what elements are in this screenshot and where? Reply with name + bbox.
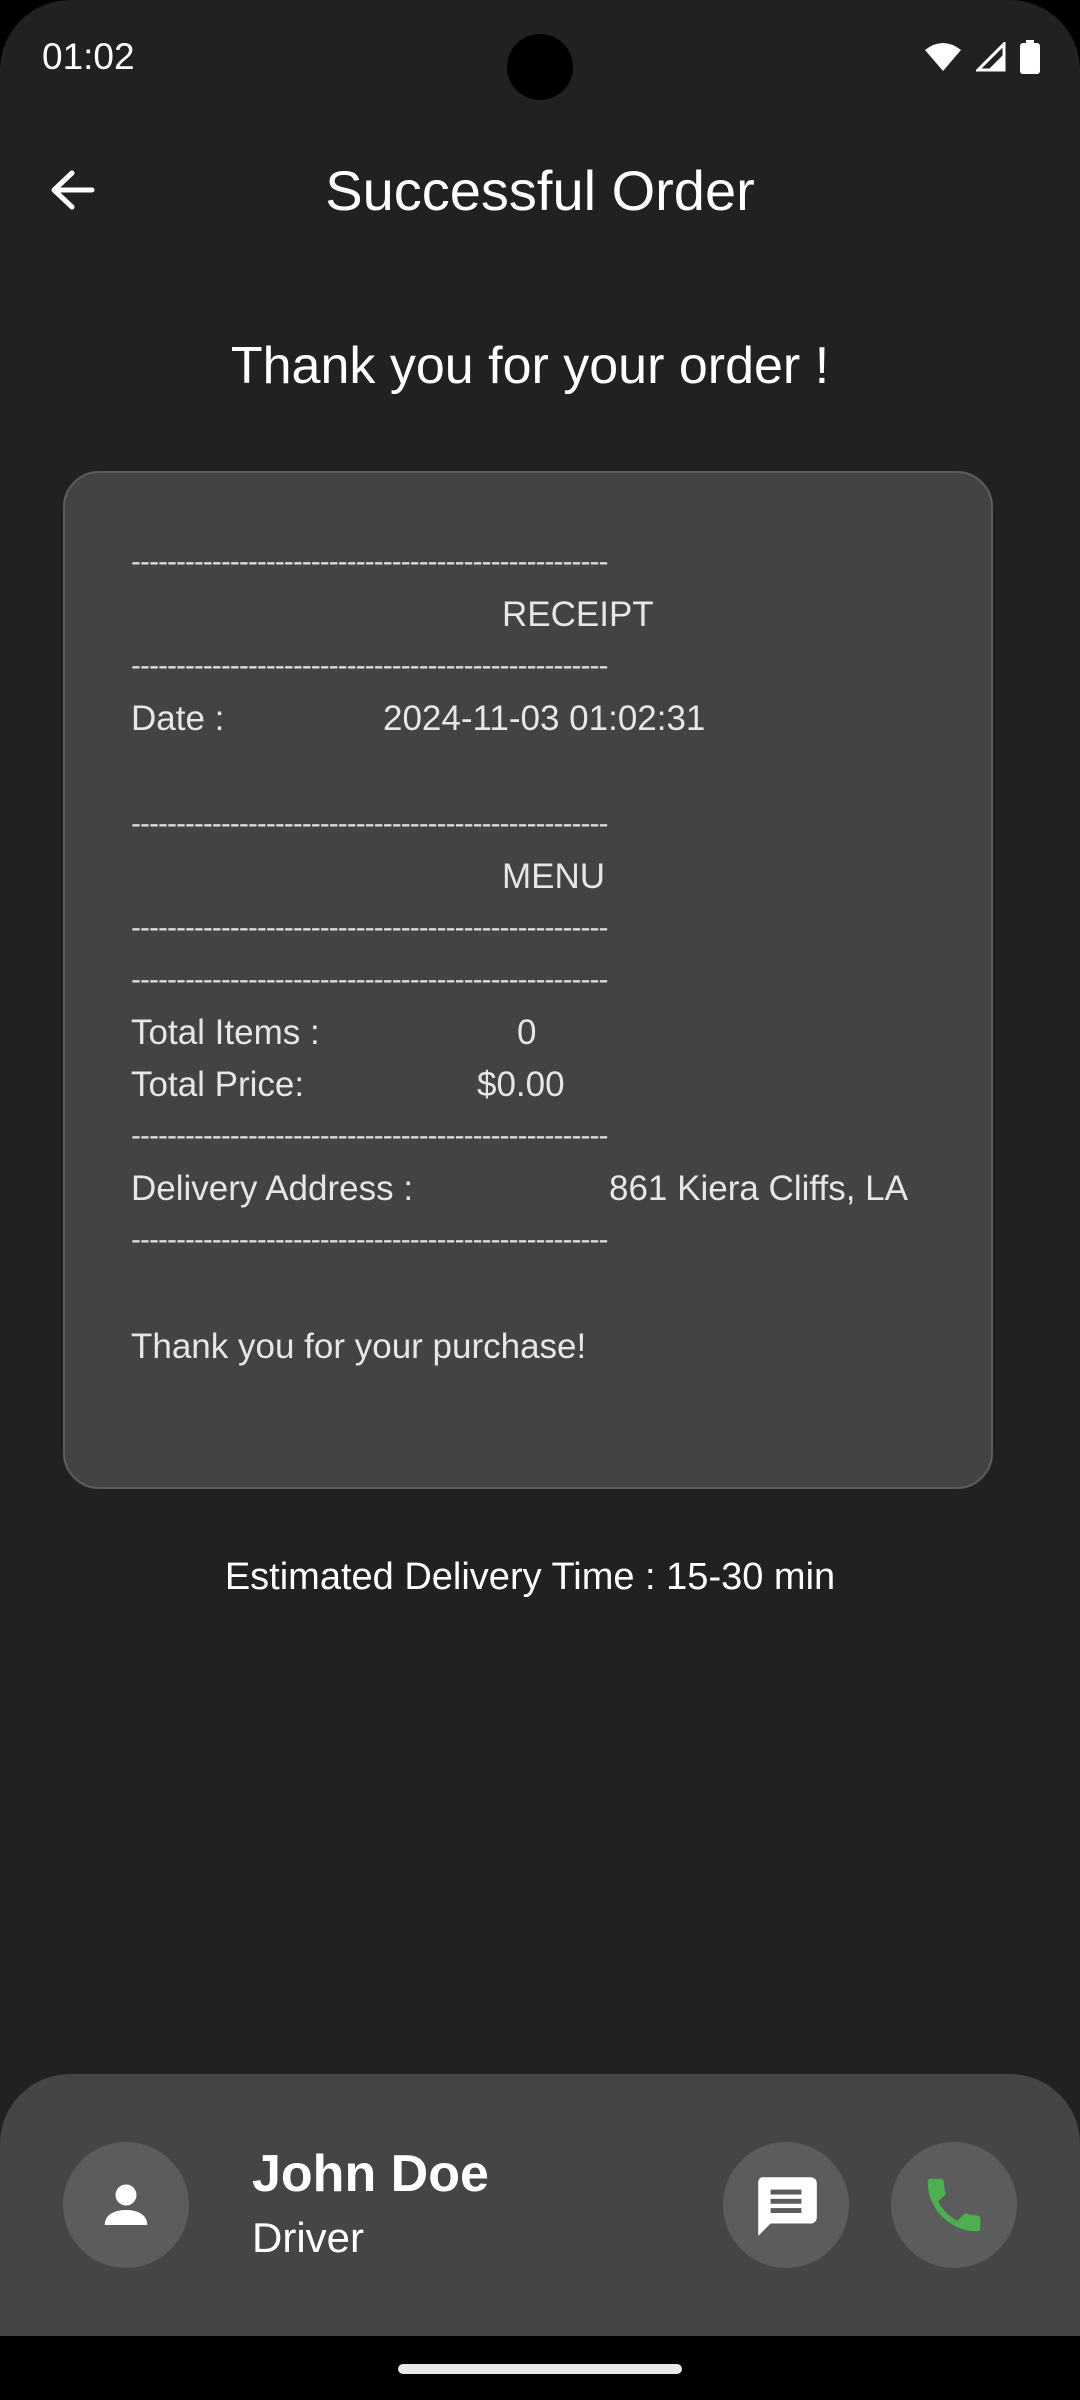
thank-you-heading: Thank you for your order ! [230, 337, 830, 395]
receipt-divider: ----------------------------------------… [131, 1223, 608, 1256]
person-icon [104, 2184, 148, 2225]
receipt-divider: ----------------------------------------… [131, 649, 608, 682]
driver-role: Driver [252, 2214, 364, 2261]
page-title: Successful Order [325, 159, 755, 222]
total-price-value: $0.00 [477, 1065, 565, 1104]
wifi-icon [925, 43, 961, 71]
message-driver-button[interactable] [723, 2142, 849, 2268]
delivery-address-label: Delivery Address : [131, 1169, 414, 1208]
call-driver-button[interactable] [891, 2142, 1017, 2268]
purchase-thanks: Thank you for your purchase! [131, 1327, 587, 1366]
receipt-divider: ----------------------------------------… [131, 1119, 608, 1152]
driver-name: John Doe [252, 2145, 489, 2203]
signal-icon [976, 42, 1006, 72]
delivery-address-value: 861 Kiera Cliffs, LA [609, 1169, 908, 1208]
date-value: 2024-11-03 01:02:31 [383, 699, 706, 738]
total-items-label: Total Items : [131, 1013, 320, 1052]
receipt-divider: ----------------------------------------… [131, 545, 608, 578]
driver-panel: John Doe Driver [0, 2074, 1080, 2336]
chat-bubble-icon [758, 2177, 817, 2236]
status-time: 01:02 [42, 36, 135, 77]
receipt-card: ----------------------------------------… [63, 471, 993, 1489]
receipt-label: RECEIPT [502, 595, 654, 634]
date-label: Date : [131, 699, 225, 738]
app-screen: 01:02 Successful Order Thank you for you… [0, 0, 1080, 2336]
menu-label: MENU [502, 857, 606, 896]
receipt-divider: ----------------------------------------… [131, 963, 608, 996]
receipt-divider: ----------------------------------------… [131, 911, 608, 944]
phone-icon [927, 2178, 981, 2232]
status-icons [924, 40, 1040, 74]
total-items-value: 0 [517, 1013, 537, 1052]
estimated-delivery-time: Estimated Delivery Time : 15-30 min [224, 1556, 836, 1598]
camera-cutout [507, 34, 573, 100]
total-price-label: Total Price: [131, 1065, 305, 1104]
battery-icon [1020, 40, 1040, 74]
receipt-divider: ----------------------------------------… [131, 807, 608, 840]
driver-avatar [63, 2142, 189, 2268]
home-indicator[interactable] [398, 2364, 682, 2374]
